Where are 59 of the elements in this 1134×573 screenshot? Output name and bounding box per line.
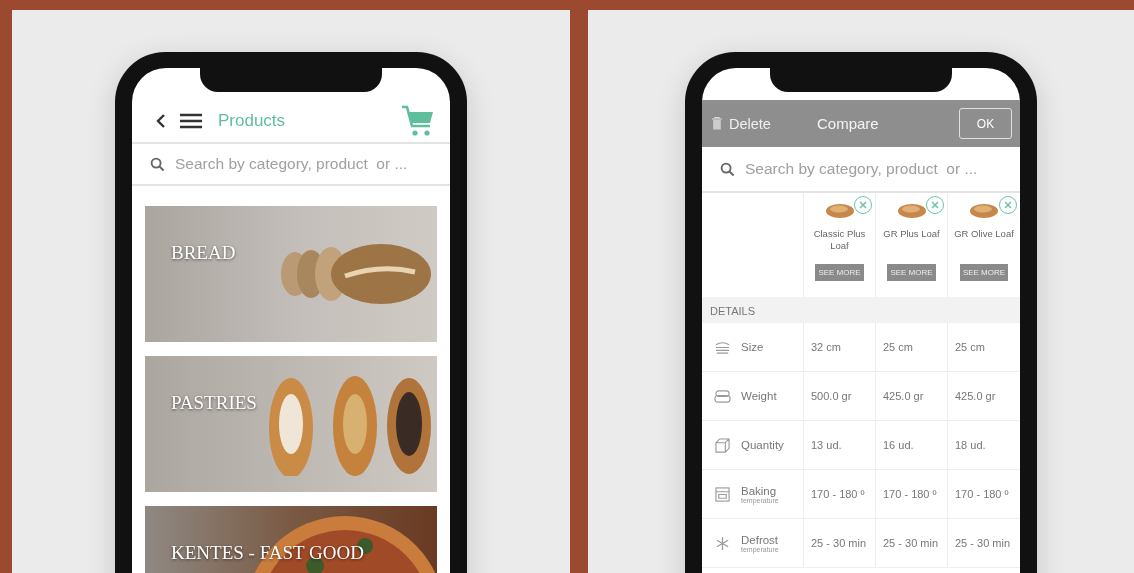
table-cell: 25 cm [948,323,1020,372]
product-name: GR Olive Loaf [953,228,1015,241]
attribute-label: Size [741,341,764,353]
bread-loaf-icon [896,201,927,219]
attribute-label: Defrost [741,533,779,546]
close-icon [931,201,939,209]
bread-loaf-icon [969,201,999,219]
table-cell: 425.0 gr [948,372,1020,421]
table-cell: 25 cm [876,323,948,372]
search-field[interactable]: Search by category, product or ... [175,155,440,173]
stacked-lines-icon [714,339,731,355]
search-icon [150,156,165,172]
table-cell: 170 - 180 º [876,470,948,519]
bread-loaf-icon [824,201,855,219]
see-more-button[interactable]: SEE MORE [887,264,936,281]
category-card[interactable]: KENTES - FAST GOOD [145,506,437,573]
product-name: Classic Plus Loaf [812,228,867,253]
category-card[interactable]: PASTRIES [145,356,437,492]
table-cell: 18 ud. [948,421,1020,470]
table-cell: 425.0 gr [876,372,948,421]
see-more-button[interactable]: SEE MORE [815,264,864,281]
ok-button[interactable]: OK [959,108,1012,139]
section-header: DETAILS [702,297,1020,323]
back-icon[interactable] [154,113,168,129]
attribute-label: Baking [741,484,778,497]
remove-button[interactable] [854,196,872,214]
category-card[interactable]: BREAD [145,206,437,342]
product-name: GR Plus Loaf [882,228,941,241]
menu-icon[interactable] [180,113,202,129]
compare-title: Compare [817,115,880,132]
table-cell: 170 - 180 º [948,470,1020,519]
table-cell: 32 cm [804,323,876,372]
oven-icon [714,486,731,502]
search-field[interactable]: Search by category, product or ... [745,160,1010,178]
table-cell: 13 ud. [804,421,876,470]
cart-icon[interactable] [401,104,435,138]
remove-button[interactable] [926,196,944,214]
table-cell: 25 - 30 min [804,519,876,568]
table-cell: 25 - 30 min [876,519,948,568]
category-title: PASTRIES [171,392,257,414]
table-cell: 16 ud. [876,421,948,470]
remove-button[interactable] [999,196,1017,214]
table-cell: 170 - 180 º [804,470,876,519]
category-title: KENTES - FAST GOOD [171,542,364,564]
table-cell: 25 - 30 min [948,519,1020,568]
snowflake-icon [714,535,731,551]
close-icon [1004,201,1012,209]
scale-icon [714,388,731,404]
attribute-label: Weight [741,390,777,402]
see-more-button[interactable]: SEE MORE [959,264,1009,281]
delete-button[interactable]: Delete [712,115,817,132]
box-icon [714,437,731,453]
table-cell: 500.0 gr [804,372,876,421]
close-icon [859,201,867,209]
category-title: BREAD [171,242,236,264]
page-title: Products [218,111,287,131]
attribute-label: Quantity [741,439,784,451]
search-icon [720,161,735,177]
trash-icon [712,117,722,130]
